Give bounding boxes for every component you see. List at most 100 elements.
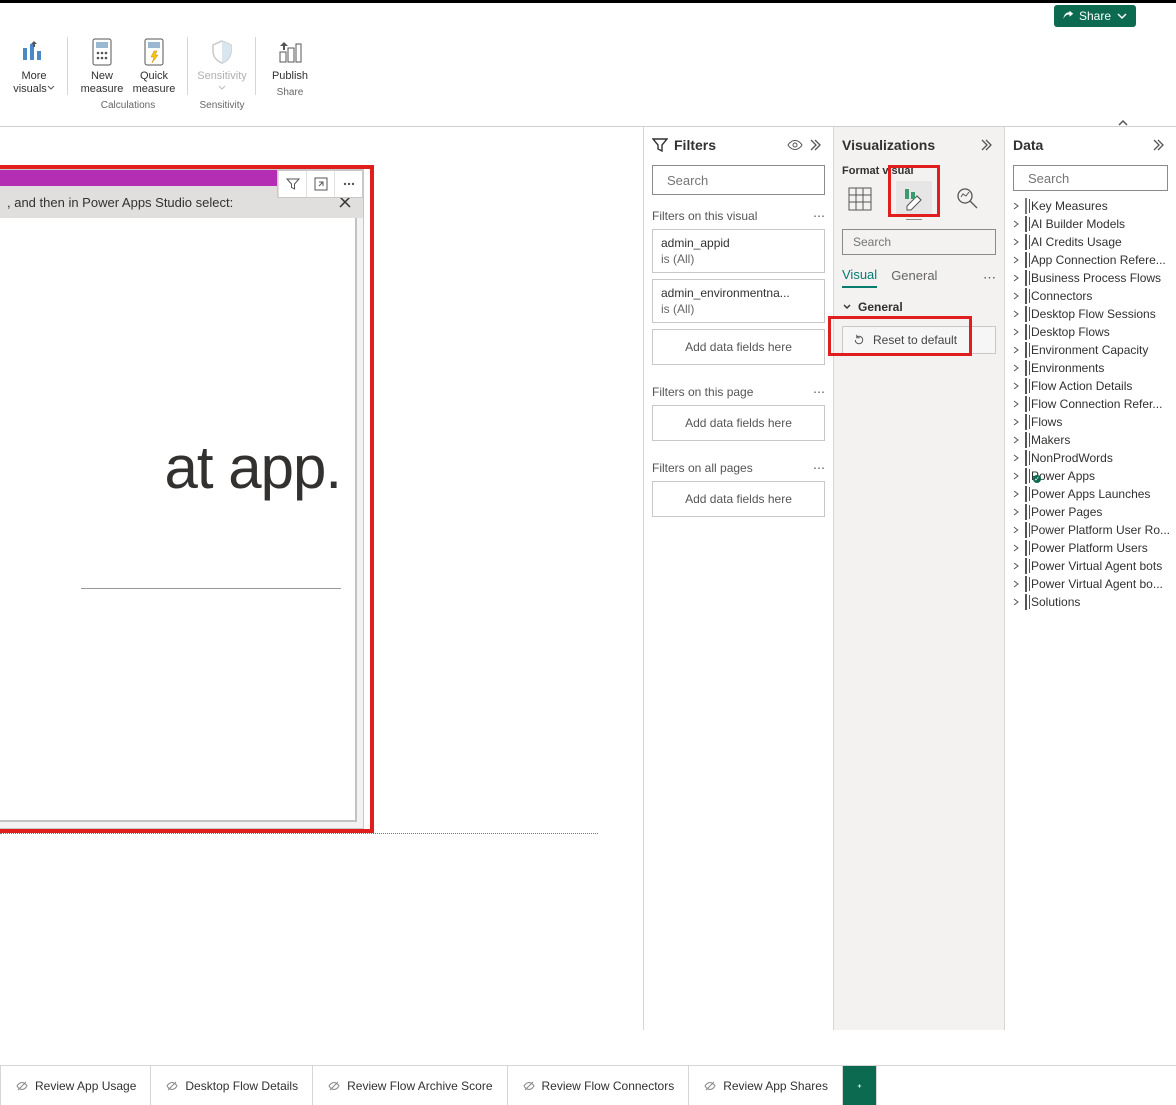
tab-visual[interactable]: Visual — [842, 267, 877, 288]
eye-icon[interactable] — [787, 137, 803, 153]
data-table-label: AI Builder Models — [1031, 217, 1125, 231]
add-page-button[interactable] — [843, 1066, 877, 1105]
group-share-label: Share — [277, 87, 304, 98]
data-table-item[interactable]: ✓Power Apps — [1007, 467, 1174, 485]
visual-more-icon[interactable] — [334, 171, 362, 197]
data-table-item[interactable]: Power Virtual Agent bo... — [1007, 575, 1174, 593]
filters-all-heading: Filters on all pages — [652, 461, 753, 475]
chevron-right-icon — [1011, 219, 1021, 229]
viz-search-input[interactable] — [853, 235, 1008, 249]
general-section-toggle[interactable]: General — [834, 290, 1004, 320]
data-table-item[interactable]: Power Virtual Agent bots — [1007, 557, 1174, 575]
chevron-right-icon — [1011, 201, 1021, 211]
check-icon: ✓ — [1033, 475, 1041, 483]
data-table-item[interactable]: Desktop Flows — [1007, 323, 1174, 341]
visualizations-title: Visualizations — [842, 137, 935, 153]
data-tables-list: Key Measures AI Builder Models AI Credits … — [1005, 197, 1176, 611]
filter-card[interactable]: admin_appid is (All) — [652, 229, 825, 273]
publish-icon — [276, 38, 304, 66]
table-icon — [1025, 414, 1027, 430]
page-tab-label: Review App Shares — [723, 1079, 828, 1093]
data-table-item[interactable]: Flow Connection Refer... — [1007, 395, 1174, 413]
more-icon[interactable]: ⋯ — [813, 385, 825, 399]
visual-body: at app. — [0, 218, 357, 822]
hidden-page-icon — [327, 1079, 341, 1093]
data-table-item[interactable]: Power Platform User Ro... — [1007, 521, 1174, 539]
build-visual-tab[interactable] — [842, 181, 878, 217]
collapse-panel-icon[interactable] — [809, 137, 825, 153]
reset-icon — [853, 334, 865, 346]
data-table-label: Desktop Flows — [1031, 325, 1110, 339]
filter-dropzone[interactable]: Add data fields here — [652, 481, 825, 517]
page-tab[interactable]: Review Flow Archive Score — [313, 1066, 507, 1105]
publish-button[interactable]: Publish — [264, 34, 316, 85]
collapse-panel-icon[interactable] — [980, 137, 996, 153]
share-button[interactable]: Share — [1054, 5, 1136, 27]
page-tab[interactable]: Review Flow Connectors — [508, 1066, 690, 1105]
data-table-item[interactable]: Key Measures — [1007, 197, 1174, 215]
data-table-item[interactable]: Environments — [1007, 359, 1174, 377]
visual-filter-icon[interactable] — [278, 171, 306, 197]
data-table-item[interactable]: Business Process Flows — [1007, 269, 1174, 287]
chevron-right-icon — [1011, 237, 1021, 247]
filter-dropzone[interactable]: Add data fields here — [652, 329, 825, 365]
data-table-item[interactable]: AI Credits Usage — [1007, 233, 1174, 251]
data-search[interactable] — [1013, 165, 1168, 191]
tab-general[interactable]: General — [891, 268, 937, 287]
filter-field-name: admin_environmentna... — [661, 286, 816, 300]
viz-search[interactable] — [842, 229, 996, 255]
data-table-label: Power Virtual Agent bots — [1031, 559, 1162, 573]
more-icon[interactable]: ⋯ — [983, 270, 996, 286]
chevron-right-icon — [1011, 291, 1021, 301]
filter-dropzone[interactable]: Add data fields here — [652, 405, 825, 441]
data-table-item[interactable]: Environment Capacity — [1007, 341, 1174, 359]
data-table-item[interactable]: Flows — [1007, 413, 1174, 431]
format-visual-tab[interactable] — [896, 181, 932, 217]
chevron-right-icon — [1011, 579, 1021, 589]
filter-card[interactable]: admin_environmentna... is (All) — [652, 279, 825, 323]
table-icon — [1025, 576, 1027, 592]
data-table-item[interactable]: Power Platform Users — [1007, 539, 1174, 557]
collapse-panel-icon[interactable] — [1152, 137, 1168, 153]
table-icon — [1025, 288, 1027, 304]
reset-to-default-button[interactable]: Reset to default — [842, 326, 996, 354]
filters-search-input[interactable] — [667, 173, 843, 188]
data-table-item[interactable]: Connectors — [1007, 287, 1174, 305]
data-table-item[interactable]: NonProdWords — [1007, 449, 1174, 467]
quick-measure-button[interactable]: Quick measure — [128, 34, 180, 98]
data-table-item[interactable]: Flow Action Details — [1007, 377, 1174, 395]
data-table-item[interactable]: Power Apps Launches — [1007, 485, 1174, 503]
format-icon — [901, 186, 927, 212]
page-tab-label: Review Flow Connectors — [542, 1079, 675, 1093]
filter-dropzone-label: Add data fields here — [685, 340, 792, 354]
table-icon — [1025, 252, 1027, 268]
data-panel: Data Key MeasuresAI Builder ModelsAI Cre… — [1004, 127, 1176, 1030]
data-table-item[interactable]: Solutions — [1007, 593, 1174, 611]
report-visual[interactable]: , and then in Power Apps Studio select: … — [0, 169, 364, 829]
page-tab[interactable]: Desktop Flow Details — [151, 1066, 313, 1105]
data-table-item[interactable]: App Connection Refere... — [1007, 251, 1174, 269]
analytics-tab[interactable] — [950, 181, 986, 217]
page-tab[interactable]: Review App Usage — [1, 1066, 151, 1105]
publish-label: Publish — [272, 70, 308, 83]
chevron-down-icon — [47, 84, 55, 92]
more-icon[interactable]: ⋯ — [813, 209, 825, 223]
page-tab-label: Review Flow Archive Score — [347, 1079, 492, 1093]
data-table-label: Flow Action Details — [1031, 379, 1132, 393]
data-table-item[interactable]: Makers — [1007, 431, 1174, 449]
more-icon[interactable]: ⋯ — [813, 461, 825, 475]
new-measure-button[interactable]: New measure — [76, 34, 128, 98]
page-tab[interactable]: Review App Shares — [689, 1066, 843, 1105]
visual-focus-icon[interactable] — [306, 171, 334, 197]
table-icon — [1025, 432, 1027, 448]
filters-search[interactable] — [652, 165, 825, 195]
more-visuals-button[interactable]: More visuals — [8, 34, 60, 98]
share-icon — [1062, 10, 1074, 22]
data-table-item[interactable]: Power Pages — [1007, 503, 1174, 521]
report-canvas[interactable]: , and then in Power Apps Studio select: … — [0, 127, 598, 1030]
data-table-label: Power Platform User Ro... — [1031, 523, 1170, 537]
hidden-page-icon — [165, 1079, 179, 1093]
data-table-item[interactable]: AI Builder Models — [1007, 215, 1174, 233]
data-search-input[interactable] — [1028, 171, 1176, 186]
data-table-item[interactable]: Desktop Flow Sessions — [1007, 305, 1174, 323]
